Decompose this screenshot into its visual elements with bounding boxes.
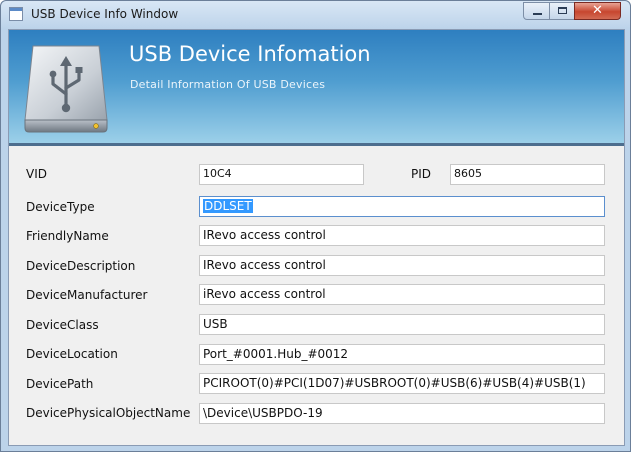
vid-field[interactable]: 10C4 bbox=[199, 164, 364, 185]
selected-text: DDLSET bbox=[203, 199, 253, 213]
device-path-field[interactable]: PCIROOT(0)#PCI(1D07)#USBROOT(0)#USB(6)#U… bbox=[199, 373, 605, 394]
friendly-name-field[interactable]: IRevo access control bbox=[199, 225, 605, 246]
device-description-field[interactable]: IRevo access control bbox=[199, 255, 605, 276]
title-bar[interactable]: USB Device Info Window ✕ bbox=[1, 1, 630, 29]
device-description-label: DeviceDescription bbox=[26, 259, 136, 273]
pid-field[interactable]: 8605 bbox=[450, 164, 605, 185]
device-manufacturer-field[interactable]: iRevo access control bbox=[199, 284, 605, 305]
usb-drive-icon bbox=[24, 45, 108, 133]
device-path-label: DevicePath bbox=[26, 377, 94, 391]
device-class-label: DeviceClass bbox=[26, 318, 99, 332]
app-window-icon bbox=[9, 7, 23, 21]
maximize-icon bbox=[558, 7, 567, 14]
client-area: USB Device Infomation Detail Information… bbox=[8, 29, 625, 446]
minimize-button[interactable] bbox=[523, 2, 550, 20]
window-title: USB Device Info Window bbox=[31, 7, 179, 21]
vid-label: VID bbox=[26, 167, 47, 181]
device-manufacturer-label: DeviceManufacturer bbox=[26, 288, 148, 302]
close-button[interactable]: ✕ bbox=[574, 2, 621, 20]
close-icon: ✕ bbox=[592, 3, 603, 18]
device-pdo-name-label: DevicePhysicalObjectName bbox=[26, 406, 191, 420]
banner-subtitle: Detail Information Of USB Devices bbox=[130, 78, 326, 91]
device-type-label: DeviceType bbox=[26, 200, 95, 214]
friendly-name-label: FriendlyName bbox=[26, 229, 109, 243]
header-banner: USB Device Infomation Detail Information… bbox=[9, 30, 624, 146]
device-location-field[interactable]: Port_#0001.Hub_#0012 bbox=[199, 344, 605, 365]
device-type-field[interactable]: DDLSET bbox=[199, 196, 605, 217]
banner-title: USB Device Infomation bbox=[129, 42, 371, 66]
usb-device-info-window: USB Device Info Window ✕ USB Device Info… bbox=[0, 0, 631, 452]
minimize-icon bbox=[533, 13, 542, 15]
pid-label: PID bbox=[411, 167, 432, 181]
device-pdo-name-field[interactable]: \Device\USBPDO-19 bbox=[199, 403, 605, 424]
maximize-button[interactable] bbox=[549, 2, 575, 20]
device-location-label: DeviceLocation bbox=[26, 347, 118, 361]
device-class-field[interactable]: USB bbox=[199, 314, 605, 335]
